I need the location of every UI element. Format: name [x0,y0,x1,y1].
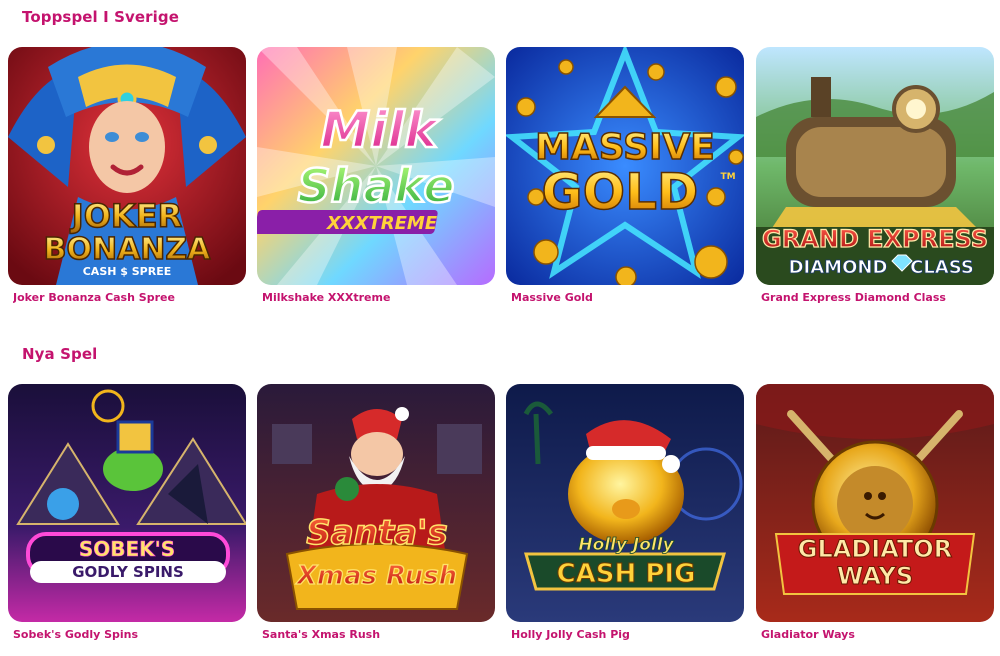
grand-express-artwork: GRAND EXPRESS DIAMOND CLASS [756,47,994,285]
game-thumbnail[interactable]: Holly Jolly CASH PIG [506,384,744,622]
logo-line-2: Xmas Rush [295,561,457,591]
logo-line-1: Holly Jolly [578,535,674,555]
game-card-holly-jolly-cash-pig[interactable]: Holly Jolly CASH PIG Holly Jolly Cash Pi… [506,384,744,649]
logo-line-1: SOBEK'S [79,537,175,561]
game-thumbnail[interactable]: SOBEK'S GODLY SPINS [8,384,246,622]
cash-pig-artwork: Holly Jolly CASH PIG [506,384,744,622]
logo-line-2: BONANZA [44,232,212,267]
game-thumbnail[interactable]: MASSIVE GOLD TM [506,47,744,285]
logo-line-2: GOLD [542,163,699,221]
game-card-milkshake-xxxtreme[interactable]: Milk Shake XXXTREME Milkshake XXXtreme [257,47,495,312]
game-thumbnail[interactable]: GLADIATOR WAYS [756,384,994,622]
logo-line-1: Santa's [306,513,447,553]
game-title[interactable]: Massive Gold [511,291,743,304]
logo-line-1: GLADIATOR [798,535,952,563]
game-title[interactable]: Holly Jolly Cash Pig [511,628,743,641]
game-grid-top: JOKER BONANZA CASH $ SPREE Joker Bonanza… [8,47,994,312]
logo-line-2: CASH PIG [557,559,696,589]
game-thumbnail[interactable]: Santa's Xmas Rush [257,384,495,622]
logo-line-2: WAYS [837,562,913,590]
game-thumbnail[interactable]: JOKER BONANZA CASH $ SPREE [8,47,246,285]
logo-line-3: XXXTREME [326,213,438,234]
game-title[interactable]: Santa's Xmas Rush [262,628,494,641]
logo-line-2: GODLY SPINS [72,563,184,581]
logo-line-1: JOKER [70,197,182,235]
section-title-top-games: Toppspel I Sverige [22,8,180,26]
massive-gold-artwork: MASSIVE GOLD TM [506,47,744,285]
game-card-sobeks-godly-spins[interactable]: SOBEK'S GODLY SPINS Sobek's Godly Spins [8,384,246,649]
game-thumbnail[interactable]: GRAND EXPRESS DIAMOND CLASS [756,47,994,285]
gladiator-ways-artwork: GLADIATOR WAYS [756,384,994,622]
game-thumbnail[interactable]: Milk Shake XXXTREME [257,47,495,285]
santas-xmas-rush-artwork: Santa's Xmas Rush [257,384,495,622]
game-grid-new: SOBEK'S GODLY SPINS Sobek's Godly Spins [8,384,994,649]
game-title[interactable]: Joker Bonanza Cash Spree [13,291,245,304]
logo-line-2: Shake [297,159,454,213]
game-card-massive-gold[interactable]: MASSIVE GOLD TM Massive Gold [506,47,744,312]
game-card-santas-xmas-rush[interactable]: Santa's Xmas Rush Santa's Xmas Rush [257,384,495,649]
logo-line-1: GRAND EXPRESS [762,225,988,253]
logo-line-3: CASH $ SPREE [83,265,172,278]
joker-bonanza-artwork: JOKER BONANZA CASH $ SPREE [8,47,246,285]
logo-line-1: MASSIVE [535,127,715,168]
game-title[interactable]: Gladiator Ways [761,628,993,641]
logo-line-3: TM [720,172,735,182]
sobeks-artwork: SOBEK'S GODLY SPINS [8,384,246,622]
section-title-new-games: Nya Spel [22,345,98,363]
logo-line-2: DIAMOND [789,257,888,278]
logo-line-3: CLASS [910,257,974,278]
game-card-gladiator-ways[interactable]: GLADIATOR WAYS Gladiator Ways [756,384,994,649]
game-title[interactable]: Grand Express Diamond Class [761,291,993,304]
game-title[interactable]: Milkshake XXXtreme [262,291,494,304]
logo-line-1: Milk [320,101,440,159]
game-card-grand-express[interactable]: GRAND EXPRESS DIAMOND CLASS Grand Expres… [756,47,994,312]
game-card-joker-bonanza[interactable]: JOKER BONANZA CASH $ SPREE Joker Bonanza… [8,47,246,312]
game-title[interactable]: Sobek's Godly Spins [13,628,245,641]
milkshake-artwork: Milk Shake XXXTREME [257,47,495,285]
